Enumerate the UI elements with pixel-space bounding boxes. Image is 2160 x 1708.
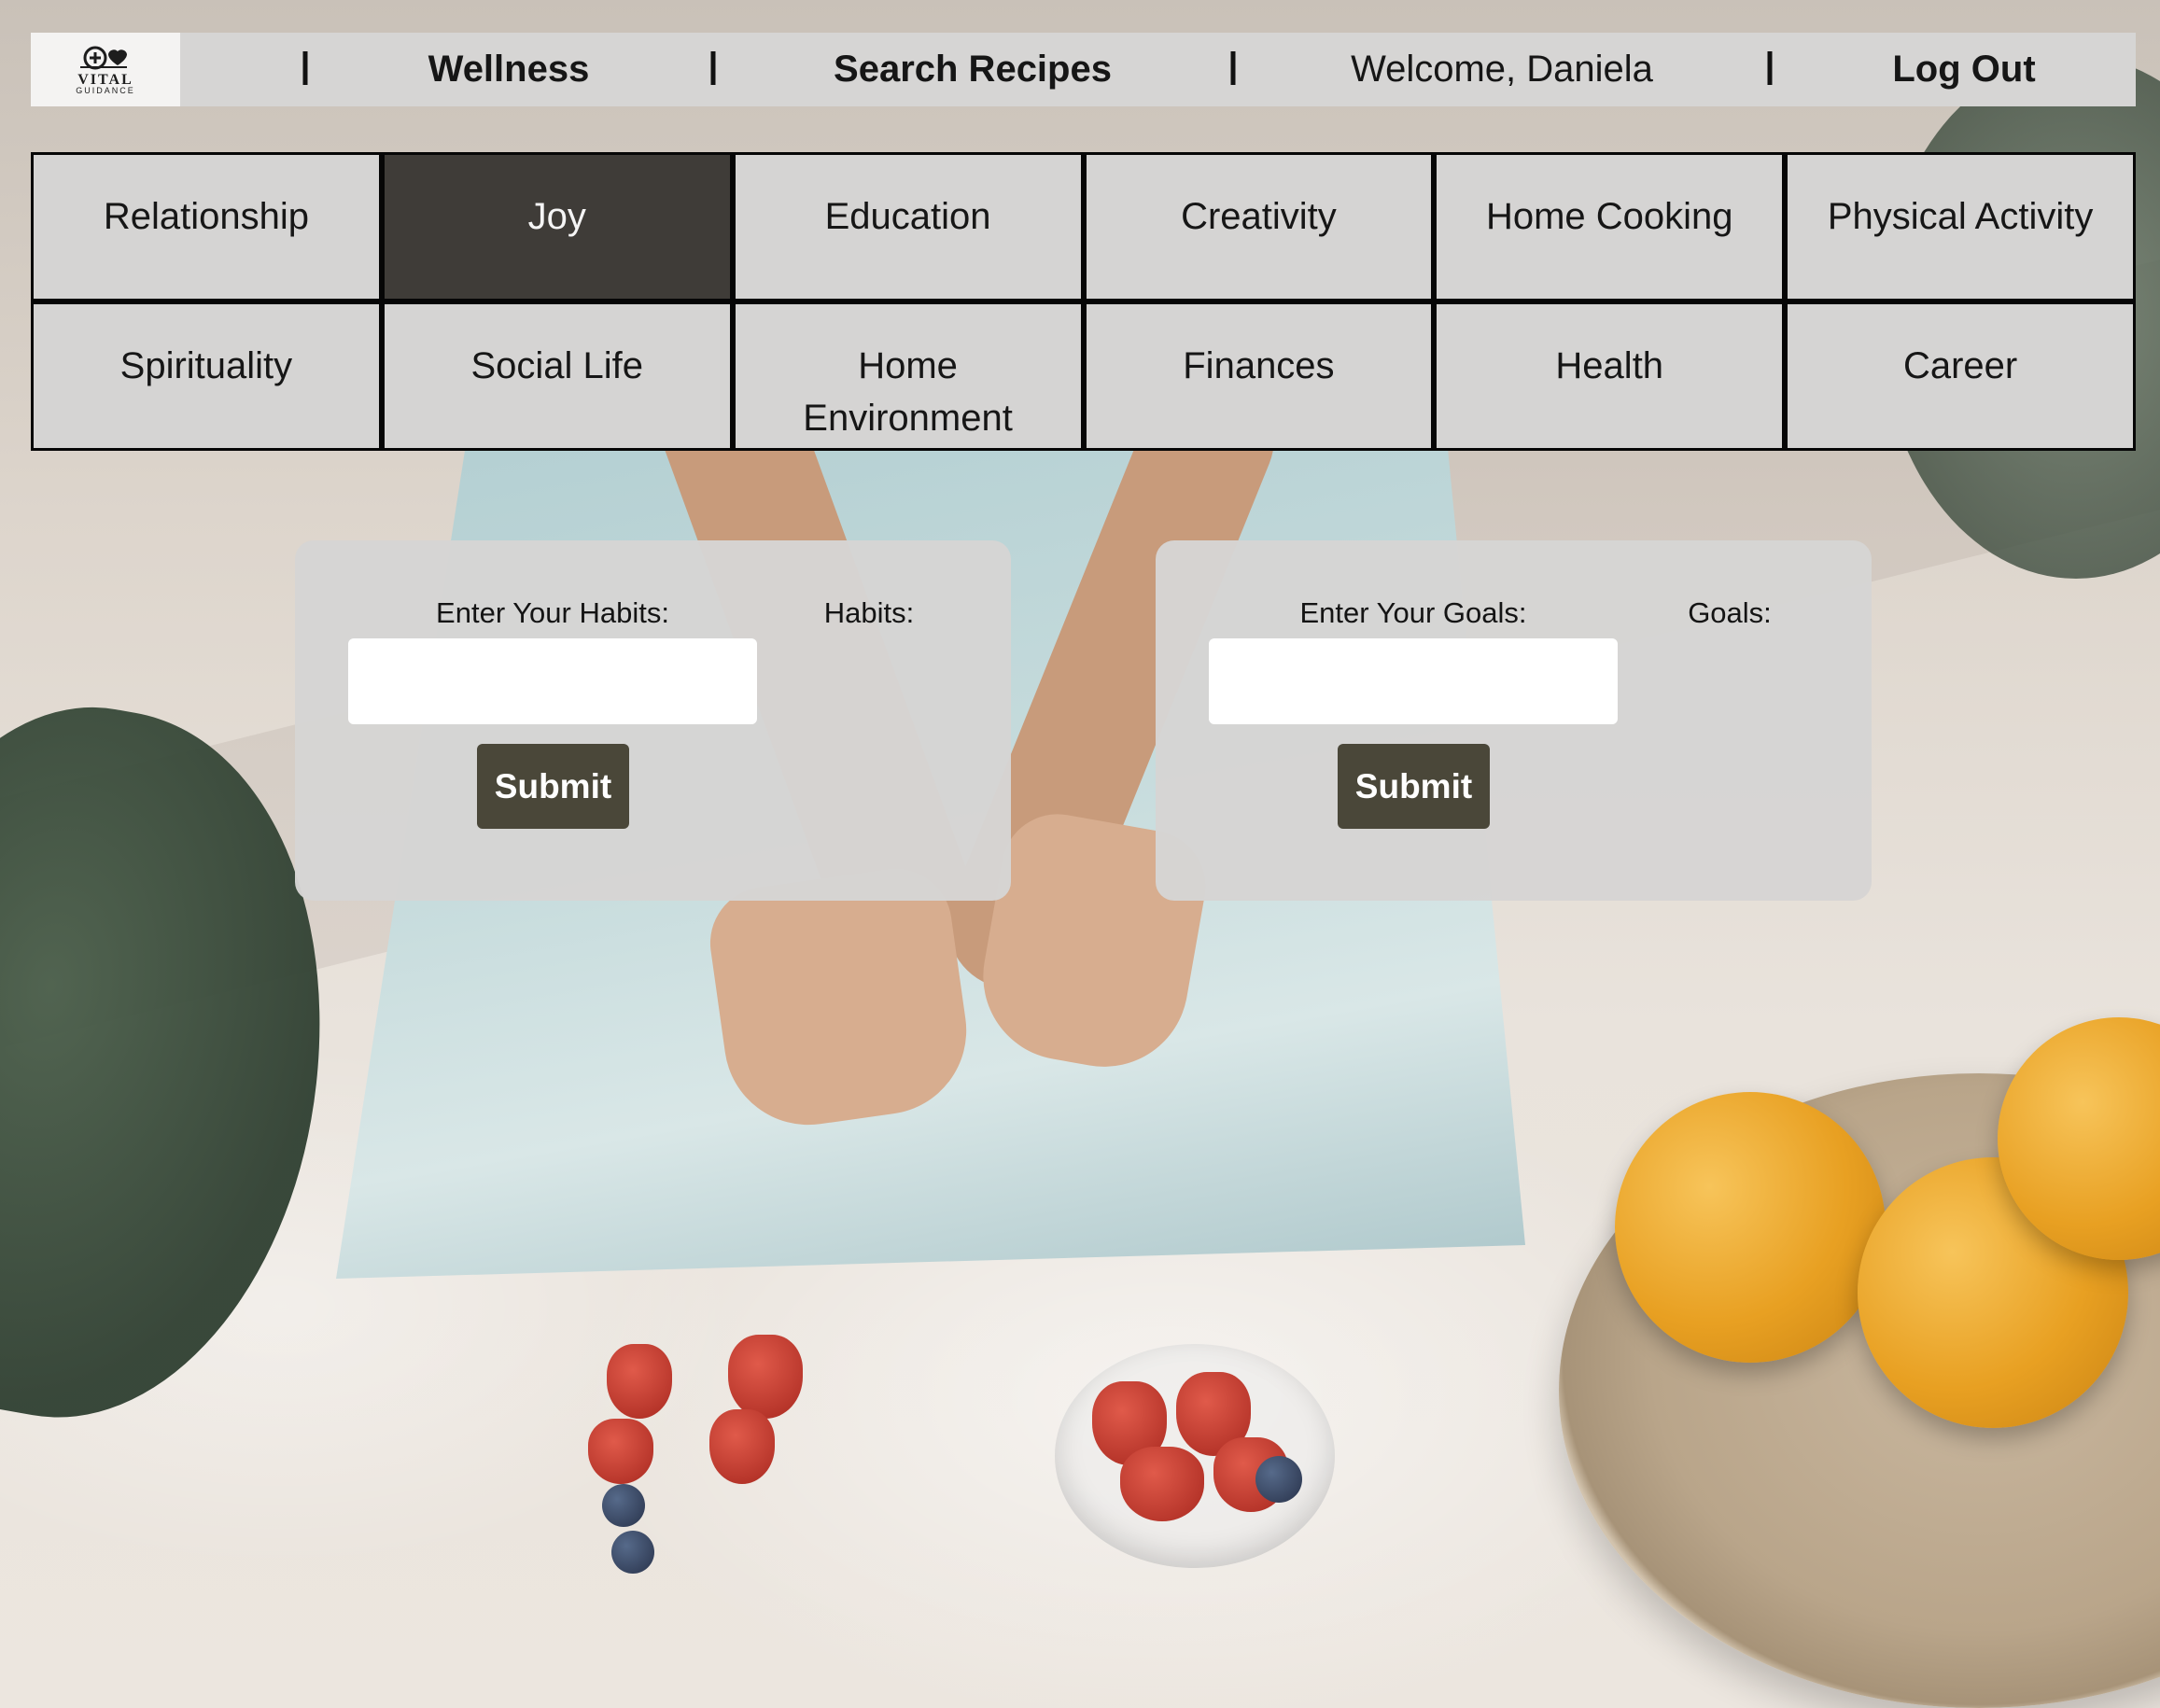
logo-text: VITAL xyxy=(77,71,133,88)
blueberry xyxy=(602,1484,645,1527)
category-relationship[interactable]: Relationship xyxy=(34,155,379,299)
habits-input[interactable] xyxy=(348,638,757,724)
strawberry xyxy=(588,1419,653,1484)
hand-left xyxy=(703,861,977,1136)
blueberry xyxy=(611,1531,654,1574)
strawberry xyxy=(607,1344,672,1419)
nav-wellness-link[interactable]: Wellness xyxy=(428,33,590,106)
heart-health-icon xyxy=(80,46,127,69)
habits-submit-button[interactable]: Submit xyxy=(477,744,629,829)
goals-submit-button[interactable]: Submit xyxy=(1338,744,1490,829)
goals-card: Enter Your Goals: Goals: Submit xyxy=(1156,540,1872,901)
category-grid: Relationship Joy Education Creativity Ho… xyxy=(31,152,2136,451)
welcome-message: Welcome, Daniela xyxy=(1351,49,1653,90)
strawberry xyxy=(1120,1447,1204,1521)
goals-input[interactable] xyxy=(1209,638,1618,724)
nav-separator xyxy=(1230,51,1236,85)
goals-list-label: Goals: xyxy=(1688,596,1772,629)
category-career[interactable]: Career xyxy=(1788,304,2133,448)
nav-search-recipes-link[interactable]: Search Recipes xyxy=(834,33,1112,106)
nav-separator xyxy=(302,51,308,85)
nav-separator xyxy=(1767,51,1773,85)
habits-list-label: Habits: xyxy=(823,596,915,629)
strawberry xyxy=(709,1409,775,1484)
goals-input-label: Enter Your Goals: xyxy=(1299,596,1527,629)
category-home-cooking[interactable]: Home Cooking xyxy=(1437,155,1783,299)
logo-subtext: GUIDANCE xyxy=(76,85,135,95)
top-nav-bar: VITAL GUIDANCE Wellness Search Recipes W… xyxy=(31,33,2136,106)
category-finances[interactable]: Finances xyxy=(1086,304,1432,448)
logout-link[interactable]: Log Out xyxy=(1892,33,2035,106)
logo[interactable]: VITAL GUIDANCE xyxy=(31,33,180,106)
category-joy[interactable]: Joy xyxy=(384,155,730,299)
fruit xyxy=(1615,1092,1886,1363)
category-health[interactable]: Health xyxy=(1437,304,1783,448)
category-creativity[interactable]: Creativity xyxy=(1086,155,1432,299)
blueberry xyxy=(1255,1456,1302,1503)
category-home-environment[interactable]: Home Environment xyxy=(735,304,1081,448)
category-social-life[interactable]: Social Life xyxy=(384,304,730,448)
nav-separator xyxy=(710,51,716,85)
strawberry xyxy=(728,1335,803,1419)
habits-card: Enter Your Habits: Habits: Submit xyxy=(295,540,1011,901)
habits-input-label: Enter Your Habits: xyxy=(436,596,669,629)
category-education[interactable]: Education xyxy=(735,155,1081,299)
category-spirituality[interactable]: Spirituality xyxy=(34,304,379,448)
category-physical-activity[interactable]: Physical Activity xyxy=(1788,155,2133,299)
